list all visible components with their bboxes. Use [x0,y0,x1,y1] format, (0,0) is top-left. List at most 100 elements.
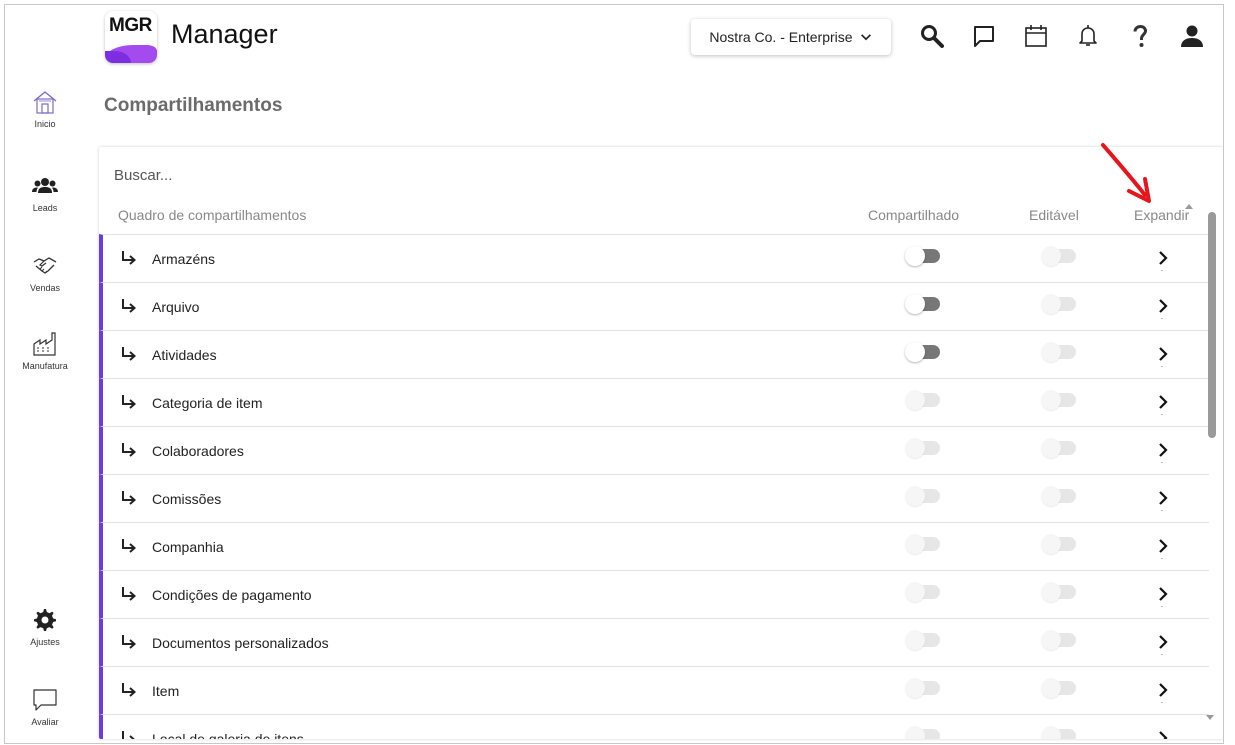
bell-icon[interactable] [1073,21,1103,51]
chevron-right-icon[interactable] [1155,633,1171,651]
sidebar-item-manufatura[interactable]: Manufatura [9,331,81,371]
chevron-right-icon[interactable] [1155,393,1171,411]
editable-toggle[interactable] [1041,534,1076,554]
chevron-right-icon[interactable] [1155,681,1171,699]
toggle-knob [1041,534,1061,554]
row-dot [1161,270,1163,271]
chat-icon[interactable] [969,21,999,51]
chevron-right-icon[interactable] [1155,537,1171,555]
editable-toggle[interactable] [1041,486,1076,506]
sidebar-item-ajustes[interactable]: Ajustes [9,607,81,647]
row-dot [1161,702,1163,703]
column-header-shared: Compartilhado [868,207,960,223]
toggle-knob [905,390,925,410]
feedback-icon [33,689,57,711]
help-icon[interactable] [1125,21,1155,51]
chevron-right-icon[interactable] [1155,441,1171,459]
app-logo[interactable]: MGR [105,11,157,63]
shared-toggle[interactable] [905,486,940,506]
scroll-down-arrow[interactable] [1205,713,1215,723]
row-dot [1161,606,1163,607]
table-row[interactable]: Local de galeria de itens [99,714,1209,739]
chevron-down-icon [860,34,871,41]
row-dot [1161,558,1163,559]
row-dot [1161,318,1163,319]
row-dot [1161,654,1163,655]
row-label: Armazéns [152,251,216,267]
toggle-knob [905,534,925,554]
factory-icon [33,332,56,356]
home-icon [33,91,57,114]
toggle-knob [905,582,925,602]
shared-toggle[interactable] [905,534,940,554]
editable-toggle[interactable] [1041,294,1076,314]
search-input[interactable] [114,167,1014,184]
sidebar-item-label: Ajustes [30,637,60,647]
sidebar-item-avaliar[interactable]: Avaliar [9,687,81,727]
table-row[interactable]: Colaboradores [99,426,1209,474]
row-label: Condições de pagamento [152,587,312,603]
subdirectory-arrow-icon [122,539,137,553]
scrollbar-thumb[interactable] [1208,212,1216,438]
column-header-name: Quadro de compartilhamentos [118,207,307,223]
chevron-right-icon[interactable] [1155,729,1171,739]
editable-toggle[interactable] [1041,582,1076,602]
sidebar-item-vendas[interactable]: Vendas [9,253,81,293]
shared-toggle[interactable] [905,294,940,314]
row-label: Arquivo [152,299,200,315]
chevron-right-icon[interactable] [1155,489,1171,507]
editable-toggle[interactable] [1041,726,1076,739]
row-label: Atividades [152,347,217,363]
toggle-knob [1041,342,1061,362]
table-row[interactable]: Item [99,666,1209,714]
column-header-expand: Expandir [1134,207,1190,223]
gear-icon [34,609,56,631]
table-row[interactable]: Armazéns [99,234,1209,282]
table-row[interactable]: Atividades [99,330,1209,378]
shared-toggle[interactable] [905,390,940,410]
table-row[interactable]: Condições de pagamento [99,570,1209,618]
shared-toggle[interactable] [905,726,940,739]
row-dot [1161,414,1163,415]
row-label: Comissões [152,491,222,507]
shared-toggle[interactable] [905,438,940,458]
app-title: Manager [171,19,278,49]
table-row[interactable]: Categoria de item [99,378,1209,426]
sidebar-item-inicio[interactable]: Inicio [9,89,81,129]
company-selector[interactable]: Nostra Co. - Enterprise [691,19,891,55]
editable-toggle[interactable] [1041,438,1076,458]
editable-toggle[interactable] [1041,246,1076,266]
toggle-knob [1041,438,1061,458]
shared-toggle[interactable] [905,582,940,602]
subdirectory-arrow-icon [122,443,137,457]
toggle-knob [1041,294,1061,314]
scroll-up-arrow[interactable] [1184,201,1194,211]
sidebar-item-label: Manufatura [22,361,68,371]
row-label: Colaboradores [152,443,244,459]
table-row[interactable]: Comissões [99,474,1209,522]
search-icon[interactable] [917,21,947,51]
chevron-right-icon[interactable] [1155,249,1171,267]
table-row[interactable]: Documentos personalizados [99,618,1209,666]
calendar-icon[interactable] [1021,21,1051,51]
chevron-right-icon[interactable] [1155,297,1171,315]
shared-toggle[interactable] [905,678,940,698]
editable-toggle[interactable] [1041,390,1076,410]
editable-toggle[interactable] [1041,342,1076,362]
table-row[interactable]: Arquivo [99,282,1209,330]
user-icon[interactable] [1177,21,1207,51]
sidebar-item-label: Inicio [34,119,56,129]
shared-toggle[interactable] [905,630,940,650]
sidebar-item-leads[interactable]: Leads [9,173,81,213]
page-title: Compartilhamentos [104,95,283,116]
table-row[interactable]: Companhia [99,522,1209,570]
shared-toggle[interactable] [905,246,940,266]
chevron-right-icon[interactable] [1155,585,1171,603]
row-label: Documentos personalizados [152,635,329,651]
shared-toggle[interactable] [905,342,940,362]
editable-toggle[interactable] [1041,678,1076,698]
chevron-right-icon[interactable] [1155,345,1171,363]
editable-toggle[interactable] [1041,630,1076,650]
app-window: MGR Manager Nostra Co. - Enterprise Inic… [4,4,1224,744]
subdirectory-arrow-icon [122,251,137,265]
